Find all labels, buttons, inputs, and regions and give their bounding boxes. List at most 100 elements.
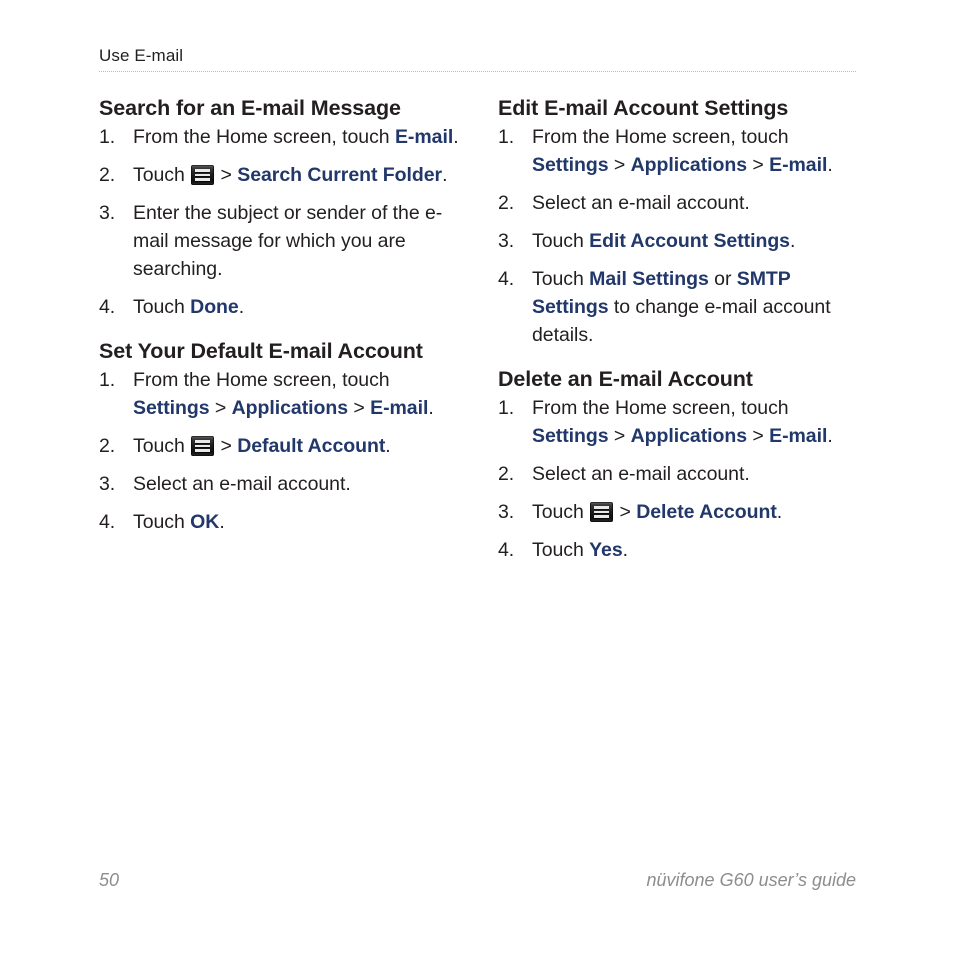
step-item: 3. Touch Edit Account Settings. <box>498 227 858 255</box>
section: Delete an E-mail Account 1. From the Home … <box>498 366 858 564</box>
step-text: . <box>238 296 245 318</box>
ui-term: Settings <box>532 154 609 176</box>
step-number: 3. <box>498 501 515 523</box>
step-item: 2. Touch > Default Account. <box>99 432 459 460</box>
step-item: 1. From the Home screen, touch E-mail. <box>99 123 459 151</box>
step-text: From the Home screen, touch <box>532 397 789 419</box>
step-number: 1. <box>99 126 116 148</box>
manual-page: Use E-mail Search for an E-mail Message 1… <box>0 0 954 954</box>
step-text: Touch <box>133 296 191 318</box>
path-separator: > <box>209 397 232 419</box>
step-number: 1. <box>498 126 515 148</box>
path-separator: > <box>215 164 238 186</box>
step-item: 3. Select an e-mail account. <box>99 470 459 498</box>
left-column: Search for an E-mail Message 1. From the H… <box>99 95 459 536</box>
step-text: Select an e-mail account. <box>532 463 750 485</box>
step-text: . <box>428 397 434 419</box>
step-item: 1. From the Home screen, touch Settings >… <box>99 366 459 422</box>
step-list: 1. From the Home screen, touch Settings >… <box>498 123 858 349</box>
ui-term: Done <box>190 296 239 318</box>
section-heading: Edit E-mail Account Settings <box>498 96 789 120</box>
step-item: 4. Touch OK. <box>99 508 459 536</box>
section-heading: Search for an E-mail Message <box>99 96 401 120</box>
step-item: 1. From the Home screen, touch Settings >… <box>498 394 858 450</box>
step-number: 2. <box>99 435 116 457</box>
step-text: . <box>453 126 459 148</box>
path-separator: > <box>747 154 770 176</box>
step-text: From the Home screen, touch <box>133 369 390 391</box>
step-number: 2. <box>498 192 515 214</box>
section-heading: Set Your Default E-mail Account <box>99 339 423 363</box>
step-text: Touch <box>532 539 590 561</box>
ui-term: Default Account <box>237 435 386 457</box>
step-text: From the Home screen, touch <box>532 126 789 148</box>
step-text: . <box>442 164 448 186</box>
step-number: 3. <box>498 230 515 252</box>
step-text: . <box>219 511 225 533</box>
step-number: 4. <box>498 268 515 290</box>
path-separator: > <box>608 154 631 176</box>
ui-term: Settings <box>532 425 609 447</box>
step-list: 1. From the Home screen, touch Settings >… <box>99 366 459 536</box>
step-list: 1. From the Home screen, touch E-mail. 2. T… <box>99 123 459 321</box>
path-separator: > <box>747 425 770 447</box>
step-text: Select an e-mail account. <box>532 192 750 214</box>
ui-term: Edit Account Settings <box>589 230 790 252</box>
step-text: Touch <box>532 230 590 252</box>
step-item: 3. Enter the subject or sender of the e-m… <box>99 199 459 283</box>
step-number: 1. <box>99 369 116 391</box>
step-text: . <box>827 425 833 447</box>
section: Set Your Default E-mail Account 1. From th… <box>99 338 459 536</box>
menu-icon <box>590 502 614 522</box>
step-text: From the Home screen, touch <box>133 126 395 148</box>
step-item: 1. From the Home screen, touch Settings >… <box>498 123 858 179</box>
step-number: 2. <box>99 164 116 186</box>
ui-term: E-mail <box>370 397 429 419</box>
ui-term: Settings <box>133 397 210 419</box>
step-item: 3. Touch > Delete Account. <box>498 498 858 526</box>
step-number: 4. <box>498 539 515 561</box>
step-text: . <box>789 230 796 252</box>
step-number: 4. <box>99 511 116 533</box>
ui-term: Search Current Folder <box>237 164 443 186</box>
ui-term: Applications <box>630 425 748 447</box>
ui-term: Delete Account <box>636 501 777 523</box>
ui-term: Mail Settings <box>589 268 709 290</box>
ui-term: E-mail <box>769 425 828 447</box>
section: Search for an E-mail Message 1. From the H… <box>99 95 459 321</box>
step-text: . <box>385 435 391 457</box>
section-heading: Delete an E-mail Account <box>498 367 753 391</box>
step-text: . <box>776 501 783 523</box>
step-text: Touch <box>532 268 590 290</box>
step-list: 1. From the Home screen, touch Settings >… <box>498 394 858 564</box>
step-item: 4. Touch Mail Settings or SMTP Settings t… <box>498 265 858 349</box>
ui-term: E-mail <box>394 126 454 148</box>
step-text: or <box>708 268 737 290</box>
step-text: . <box>622 539 629 561</box>
step-text: Touch <box>133 164 191 186</box>
step-item: 2. Touch > Search Current Folder. <box>99 161 459 189</box>
ui-term: Applications <box>231 397 349 419</box>
step-number: 4. <box>99 296 116 318</box>
ui-term: Applications <box>630 154 748 176</box>
page-footer: 50 nüvifone G60 user’s guide <box>99 868 856 892</box>
menu-icon <box>191 165 215 185</box>
menu-icon <box>191 436 215 456</box>
step-item: 2. Select an e-mail account. <box>498 189 858 217</box>
header-divider <box>99 71 856 72</box>
step-item: 2. Select an e-mail account. <box>498 460 858 488</box>
path-separator: > <box>215 435 238 457</box>
step-item: 4. Touch Yes. <box>498 536 858 564</box>
page-number: 50 <box>99 870 120 890</box>
step-text: Touch <box>133 511 191 533</box>
running-head: Use E-mail <box>99 46 184 65</box>
step-item: 4. Touch Done. <box>99 293 459 321</box>
step-text: Touch <box>133 435 191 457</box>
path-separator: > <box>608 425 631 447</box>
step-number: 2. <box>498 463 515 485</box>
path-separator: > <box>614 501 637 523</box>
step-text: Enter the subject or sender of the e-mai… <box>133 202 443 280</box>
step-text: . <box>827 154 833 176</box>
ui-term: OK <box>190 511 220 533</box>
step-number: 1. <box>498 397 515 419</box>
